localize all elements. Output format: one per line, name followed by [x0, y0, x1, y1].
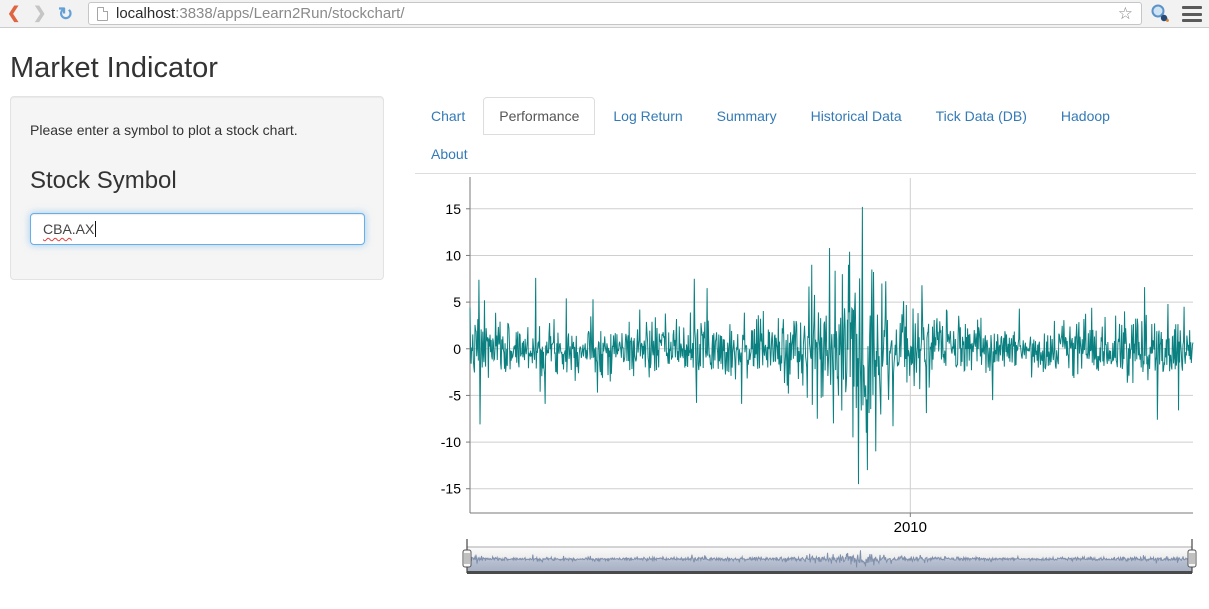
extension-magnifier-icon[interactable]: [1148, 3, 1172, 25]
back-icon[interactable]: ❮: [7, 2, 20, 26]
magnifier-glyph: [1148, 3, 1172, 25]
tab-performance[interactable]: Performance: [483, 97, 595, 135]
tab-chart[interactable]: Chart: [415, 97, 481, 135]
stock-symbol-heading: Stock Symbol: [30, 167, 364, 195]
tab-tick-data-db[interactable]: Tick Data (DB): [920, 97, 1043, 135]
performance-chart[interactable]: 15 10 5 0 -5 -10 -15 2010: [415, 177, 1196, 537]
y-tick-label[interactable]: 0: [453, 341, 461, 357]
tab-row: ChartPerformanceLog ReturnSummaryHistori…: [415, 97, 1196, 135]
address-bar[interactable]: localhost:3838/apps/Learn2Run/stockchart…: [88, 2, 1142, 25]
page-title: Market Indicator: [10, 52, 218, 85]
url-host: localhost: [116, 5, 175, 22]
tab-log-return[interactable]: Log Return: [597, 97, 698, 135]
y-tick-label[interactable]: 10: [445, 247, 461, 263]
tab-about[interactable]: About: [415, 135, 484, 173]
reload-icon[interactable]: ↻: [58, 2, 73, 26]
tab-historical-data[interactable]: Historical Data: [795, 97, 918, 135]
browser-toolbar: ❮ ❯ ↻ localhost:3838/apps/Learn2Run/stoc…: [0, 0, 1209, 28]
y-tick-label[interactable]: 5: [453, 294, 461, 310]
forward-icon[interactable]: ❯: [33, 2, 46, 26]
range-handle-left[interactable]: [463, 550, 471, 567]
chart-range-selector[interactable]: [455, 537, 1205, 579]
url-path: :3838/apps/Learn2Run/stockchart/: [175, 5, 404, 22]
y-tick-label[interactable]: -15: [441, 481, 461, 497]
symbol-value-rest: .AX: [72, 221, 95, 237]
x-tick-label[interactable]: 2010: [894, 519, 927, 536]
tabset: ChartPerformanceLog ReturnSummaryHistori…: [415, 97, 1196, 174]
bookmark-star-icon[interactable]: ☆: [1118, 4, 1133, 24]
range-selector-bottom-bar[interactable]: [467, 571, 1192, 574]
tab-summary[interactable]: Summary: [701, 97, 793, 135]
url-text[interactable]: localhost:3838/apps/Learn2Run/stockchart…: [116, 5, 405, 22]
menu-hamburger-icon[interactable]: [1182, 6, 1202, 22]
y-tick-label[interactable]: -5: [449, 387, 462, 403]
range-handle-right[interactable]: [1188, 550, 1196, 567]
sidebar-panel: Please enter a symbol to plot a stock ch…: [10, 96, 384, 280]
page-document-icon: [97, 7, 108, 21]
text-caret: [95, 221, 96, 237]
instruction-text: Please enter a symbol to plot a stock ch…: [30, 122, 364, 138]
tab-hadoop[interactable]: Hadoop: [1045, 97, 1126, 135]
tab-row: About: [415, 135, 1196, 173]
y-tick-label[interactable]: 15: [445, 201, 461, 217]
chart-plot-area[interactable]: [470, 178, 1193, 513]
symbol-value-flagged: CBA: [43, 221, 72, 237]
stock-symbol-input[interactable]: CBA.AX: [30, 213, 365, 245]
y-tick-label[interactable]: -10: [441, 434, 461, 450]
